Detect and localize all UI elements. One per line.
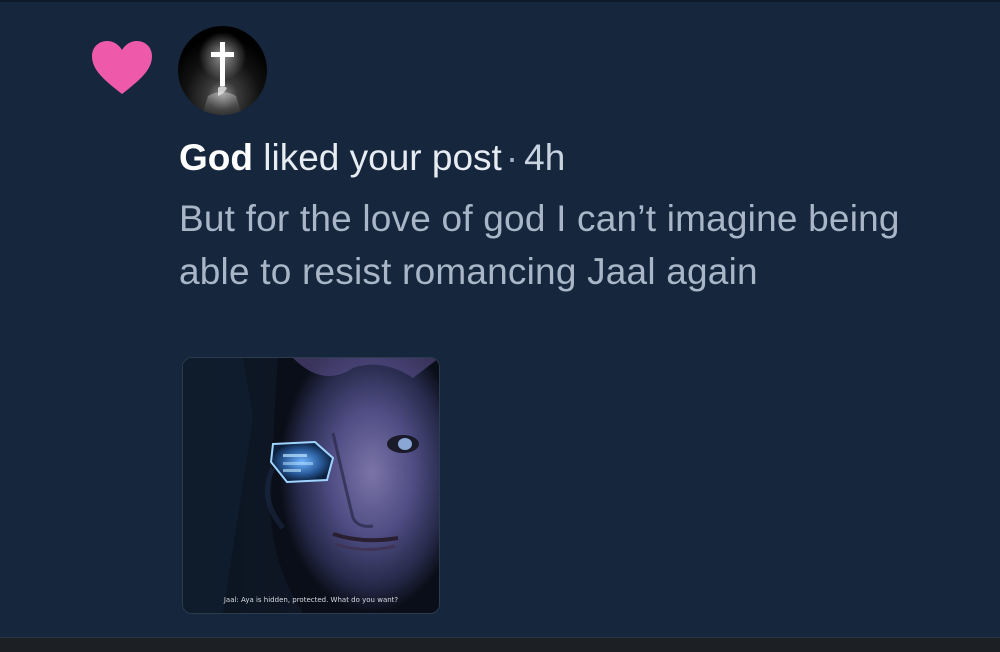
separator-dot: · (505, 137, 519, 178)
like-notification[interactable]: God liked your post · 4h But for the love … (0, 0, 1000, 637)
user-name-link[interactable]: God (179, 137, 253, 178)
notification-headline: God liked your post · 4h (179, 135, 565, 181)
timestamp[interactable]: 4h (524, 137, 565, 178)
action-text: liked your post (252, 137, 502, 178)
window-bottom-bar (0, 637, 1000, 652)
post-image[interactable]: Jaal: Aya is hidden, protected. What do … (182, 357, 440, 614)
image-caption: Jaal: Aya is hidden, protected. What do … (223, 596, 399, 604)
post-text[interactable]: But for the love of god I can’t imagine … (179, 192, 969, 298)
heart-icon (90, 40, 154, 96)
user-avatar[interactable] (178, 26, 267, 115)
